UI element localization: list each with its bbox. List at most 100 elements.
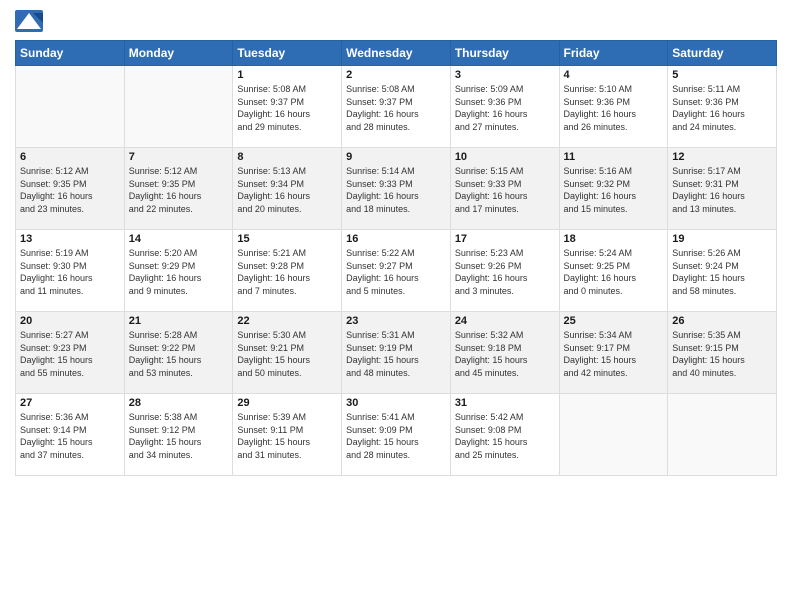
day-number: 18 (564, 233, 664, 245)
day-number: 6 (20, 151, 120, 163)
day-number: 10 (455, 151, 555, 163)
calendar-cell: 12 Sunrise: 5:17 AMSunset: 9:31 PMDayligh… (668, 148, 777, 230)
day-number: 22 (237, 315, 337, 327)
day-info: Sunrise: 5:16 AMSunset: 9:32 PMDaylight:… (564, 165, 664, 215)
header (15, 10, 777, 32)
calendar-cell: 20 Sunrise: 5:27 AMSunset: 9:23 PMDayligh… (16, 312, 125, 394)
day-number: 21 (129, 315, 229, 327)
day-number: 24 (455, 315, 555, 327)
day-number: 17 (455, 233, 555, 245)
day-info: Sunrise: 5:35 AMSunset: 9:15 PMDaylight:… (672, 329, 772, 379)
col-header-saturday: Saturday (668, 41, 777, 66)
col-header-monday: Monday (124, 41, 233, 66)
calendar-cell: 10Sunrise: 5:15 AMSunset: 9:33 PMDayligh… (450, 148, 559, 230)
calendar-cell: 28 Sunrise: 5:38 AMSunset: 9:12 PMDayligh… (124, 394, 233, 476)
calendar-cell: 30 Sunrise: 5:41 AMSunset: 9:09 PMDayligh… (342, 394, 451, 476)
day-number: 9 (346, 151, 446, 163)
day-info: Sunrise: 5:19 AMSunset: 9:30 PMDaylight:… (20, 247, 120, 297)
day-number: 31 (455, 397, 555, 409)
day-info: Sunrise: 5:10 AMSunset: 9:36 PMDaylight:… (564, 83, 664, 133)
calendar-cell: 27 Sunrise: 5:36 AMSunset: 9:14 PMDayligh… (16, 394, 125, 476)
calendar-cell: 25 Sunrise: 5:34 AMSunset: 9:17 PMDayligh… (559, 312, 668, 394)
calendar-table: SundayMondayTuesdayWednesdayThursdayFrid… (15, 40, 777, 476)
week-row-2: 6 Sunrise: 5:12 AMSunset: 9:35 PMDaylight… (16, 148, 777, 230)
day-info: Sunrise: 5:23 AMSunset: 9:26 PMDaylight:… (455, 247, 555, 297)
day-info: Sunrise: 5:17 AMSunset: 9:31 PMDaylight:… (672, 165, 772, 215)
day-number: 30 (346, 397, 446, 409)
calendar-cell: 23Sunrise: 5:31 AMSunset: 9:19 PMDayligh… (342, 312, 451, 394)
day-number: 13 (20, 233, 120, 245)
calendar-cell: 16 Sunrise: 5:22 AMSunset: 9:27 PMDayligh… (342, 230, 451, 312)
col-header-friday: Friday (559, 41, 668, 66)
day-info: Sunrise: 5:24 AMSunset: 9:25 PMDaylight:… (564, 247, 664, 297)
week-row-1: 1Sunrise: 5:08 AMSunset: 9:37 PMDaylight… (16, 66, 777, 148)
day-number: 8 (237, 151, 337, 163)
week-row-3: 13 Sunrise: 5:19 AMSunset: 9:30 PMDayligh… (16, 230, 777, 312)
day-info: Sunrise: 5:36 AMSunset: 9:14 PMDaylight:… (20, 411, 120, 461)
calendar-cell: 14 Sunrise: 5:20 AMSunset: 9:29 PMDayligh… (124, 230, 233, 312)
calendar-cell: 29 Sunrise: 5:39 AMSunset: 9:11 PMDayligh… (233, 394, 342, 476)
calendar-cell: 1Sunrise: 5:08 AMSunset: 9:37 PMDaylight… (233, 66, 342, 148)
calendar-cell: 26 Sunrise: 5:35 AMSunset: 9:15 PMDayligh… (668, 312, 777, 394)
col-header-tuesday: Tuesday (233, 41, 342, 66)
day-number: 3 (455, 69, 555, 81)
day-number: 2 (346, 69, 446, 81)
day-info: Sunrise: 5:20 AMSunset: 9:29 PMDaylight:… (129, 247, 229, 297)
day-number: 28 (129, 397, 229, 409)
day-number: 23 (346, 315, 446, 327)
day-number: 27 (20, 397, 120, 409)
day-info: Sunrise: 5:12 AMSunset: 9:35 PMDaylight:… (20, 165, 120, 215)
day-number: 11 (564, 151, 664, 163)
calendar-cell: 31 Sunrise: 5:42 AMSunset: 9:08 PMDayligh… (450, 394, 559, 476)
day-info: Sunrise: 5:11 AMSunset: 9:36 PMDaylight:… (672, 83, 772, 133)
calendar-cell: 3Sunrise: 5:09 AMSunset: 9:36 PMDaylight… (450, 66, 559, 148)
day-info: Sunrise: 5:21 AMSunset: 9:28 PMDaylight:… (237, 247, 337, 297)
calendar-cell (559, 394, 668, 476)
day-number: 25 (564, 315, 664, 327)
day-number: 12 (672, 151, 772, 163)
calendar-cell: 15Sunrise: 5:21 AMSunset: 9:28 PMDayligh… (233, 230, 342, 312)
calendar-cell: 22 Sunrise: 5:30 AMSunset: 9:21 PMDayligh… (233, 312, 342, 394)
day-info: Sunrise: 5:39 AMSunset: 9:11 PMDaylight:… (237, 411, 337, 461)
calendar-header-row: SundayMondayTuesdayWednesdayThursdayFrid… (16, 41, 777, 66)
calendar-cell: 19Sunrise: 5:26 AMSunset: 9:24 PMDayligh… (668, 230, 777, 312)
day-info: Sunrise: 5:26 AMSunset: 9:24 PMDaylight:… (672, 247, 772, 297)
day-number: 4 (564, 69, 664, 81)
week-row-5: 27 Sunrise: 5:36 AMSunset: 9:14 PMDayligh… (16, 394, 777, 476)
day-number: 1 (237, 69, 337, 81)
day-info: Sunrise: 5:42 AMSunset: 9:08 PMDaylight:… (455, 411, 555, 461)
calendar-cell: 21 Sunrise: 5:28 AMSunset: 9:22 PMDayligh… (124, 312, 233, 394)
day-info: Sunrise: 5:34 AMSunset: 9:17 PMDaylight:… (564, 329, 664, 379)
day-number: 5 (672, 69, 772, 81)
day-number: 7 (129, 151, 229, 163)
calendar-cell: 5 Sunrise: 5:11 AMSunset: 9:36 PMDaylight… (668, 66, 777, 148)
day-info: Sunrise: 5:27 AMSunset: 9:23 PMDaylight:… (20, 329, 120, 379)
day-number: 20 (20, 315, 120, 327)
day-info: Sunrise: 5:12 AMSunset: 9:35 PMDaylight:… (129, 165, 229, 215)
week-row-4: 20 Sunrise: 5:27 AMSunset: 9:23 PMDayligh… (16, 312, 777, 394)
calendar-cell: 8Sunrise: 5:13 AMSunset: 9:34 PMDaylight… (233, 148, 342, 230)
calendar-cell: 24 Sunrise: 5:32 AMSunset: 9:18 PMDayligh… (450, 312, 559, 394)
calendar-cell: 4 Sunrise: 5:10 AMSunset: 9:36 PMDaylight… (559, 66, 668, 148)
col-header-thursday: Thursday (450, 41, 559, 66)
day-number: 26 (672, 315, 772, 327)
calendar-cell: 2Sunrise: 5:08 AMSunset: 9:37 PMDaylight… (342, 66, 451, 148)
calendar-cell: 6 Sunrise: 5:12 AMSunset: 9:35 PMDaylight… (16, 148, 125, 230)
logo (15, 10, 45, 32)
calendar-cell: 7 Sunrise: 5:12 AMSunset: 9:35 PMDaylight… (124, 148, 233, 230)
day-number: 29 (237, 397, 337, 409)
calendar-cell: 17 Sunrise: 5:23 AMSunset: 9:26 PMDayligh… (450, 230, 559, 312)
day-info: Sunrise: 5:41 AMSunset: 9:09 PMDaylight:… (346, 411, 446, 461)
day-info: Sunrise: 5:32 AMSunset: 9:18 PMDaylight:… (455, 329, 555, 379)
day-info: Sunrise: 5:14 AMSunset: 9:33 PMDaylight:… (346, 165, 446, 215)
day-info: Sunrise: 5:38 AMSunset: 9:12 PMDaylight:… (129, 411, 229, 461)
day-info: Sunrise: 5:28 AMSunset: 9:22 PMDaylight:… (129, 329, 229, 379)
day-number: 14 (129, 233, 229, 245)
calendar-cell: 18 Sunrise: 5:24 AMSunset: 9:25 PMDayligh… (559, 230, 668, 312)
calendar-cell: 11 Sunrise: 5:16 AMSunset: 9:32 PMDayligh… (559, 148, 668, 230)
calendar-cell (16, 66, 125, 148)
day-number: 16 (346, 233, 446, 245)
day-info: Sunrise: 5:30 AMSunset: 9:21 PMDaylight:… (237, 329, 337, 379)
day-info: Sunrise: 5:22 AMSunset: 9:27 PMDaylight:… (346, 247, 446, 297)
calendar-cell (124, 66, 233, 148)
